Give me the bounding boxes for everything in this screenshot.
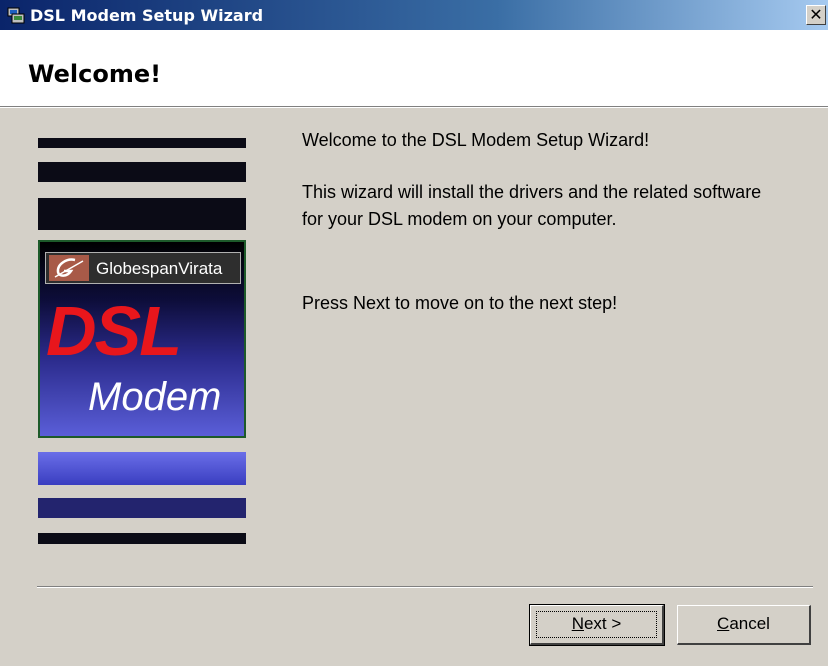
product-dsl-text: DSL (46, 292, 182, 370)
page-title: Welcome! (28, 60, 162, 88)
header-divider (0, 106, 828, 108)
brand-name: GlobespanVirata (96, 259, 223, 278)
next-button[interactable]: Next > (529, 604, 665, 646)
setup-computer-icon (7, 7, 25, 24)
footer-divider (37, 586, 813, 588)
title-bar[interactable]: DSL Modem Setup Wizard ✕ (0, 0, 828, 30)
cancel-button[interactable]: Cancel (677, 605, 811, 645)
globespan-logo-icon (49, 255, 89, 281)
decorative-bar (38, 162, 246, 182)
decorative-bar (38, 498, 246, 518)
close-button[interactable]: ✕ (806, 5, 826, 25)
window-title: DSL Modem Setup Wizard (30, 6, 264, 25)
dsl-modem-logo: GlobespanVirata DSL Modem (38, 240, 246, 438)
welcome-message: Welcome to the DSL Modem Setup Wizard! (302, 130, 650, 150)
decorative-bar (38, 533, 246, 544)
instruction-text: Press Next to move on to the next step! (302, 293, 618, 313)
wizard-header: Welcome! (0, 30, 828, 106)
decorative-bar (38, 198, 246, 230)
decorative-bar (38, 138, 246, 148)
brand-badge: GlobespanVirata (45, 252, 241, 284)
cancel-accelerator: C (717, 614, 730, 633)
decorative-bar (38, 452, 246, 485)
description-text: This wizard will install the drivers and… (302, 182, 762, 229)
cancel-label: ancel (729, 614, 770, 633)
focus-rectangle (536, 611, 657, 638)
product-modem-text: Modem (88, 375, 222, 419)
close-icon: ✕ (809, 5, 823, 24)
